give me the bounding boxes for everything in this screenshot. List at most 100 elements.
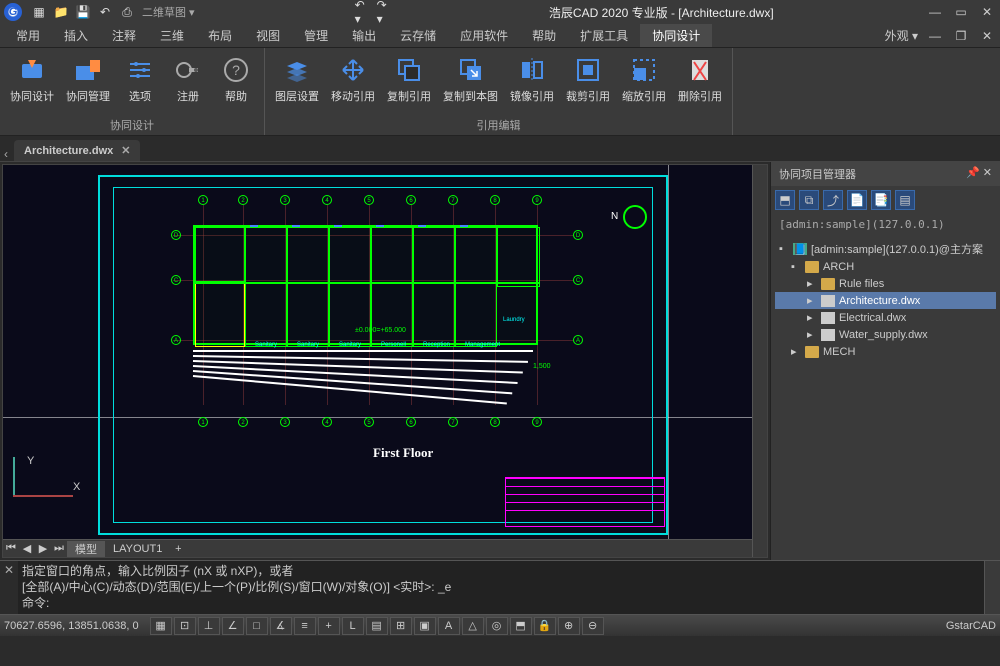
project-tree[interactable]: ▪📘[admin:sample](127.0.0.1)@主方案 ▪ARCH ▸R… — [771, 235, 1000, 560]
tree-root[interactable]: ▪📘[admin:sample](127.0.0.1)@主方案 — [775, 239, 996, 259]
workspace-dropdown[interactable]: 二维草图 ▾ — [142, 4, 195, 20]
status-model-icon[interactable]: ▣ — [414, 617, 436, 635]
tree-mech[interactable]: ▸MECH — [775, 343, 996, 360]
tree-electrical-file[interactable]: ▸Electrical.dwx — [775, 309, 996, 326]
status-a2-icon[interactable]: △ — [462, 617, 484, 635]
grid-bubble: A — [573, 335, 583, 345]
window-mark — [334, 225, 342, 227]
layout-first-icon[interactable]: ⏮ — [3, 542, 19, 555]
status-otrack-icon[interactable]: ∡ — [270, 617, 292, 635]
status-polar-icon[interactable]: ∠ — [222, 617, 244, 635]
btn-register[interactable]: 注册 — [166, 52, 210, 115]
tb-btn-1[interactable]: ⬒ — [775, 190, 795, 210]
menu-cloud[interactable]: 云存储 — [388, 24, 448, 47]
status-a5-icon[interactable]: 🔒 — [534, 617, 556, 635]
appearance-dropdown[interactable]: 外观 ▾ — [885, 27, 918, 44]
layout-add-icon[interactable]: + — [170, 543, 186, 555]
command-text[interactable]: 指定窗口的角点，输入比例因子 (nX 或 nXP)，或者 [全部(A)/中心(C… — [18, 561, 984, 614]
tree-architecture-file[interactable]: ▸Architecture.dwx — [775, 292, 996, 309]
btn-collab-manage[interactable]: 协同管理 — [62, 52, 114, 115]
btn-help[interactable]: ?帮助 — [214, 52, 258, 115]
room-label: Reception — [423, 342, 450, 348]
menu-3d[interactable]: 三维 — [148, 24, 196, 47]
status-snap-icon[interactable]: ⊡ — [174, 617, 196, 635]
qat-undo-icon[interactable]: ↶ — [96, 3, 114, 21]
tb-btn-6[interactable]: ▤ — [895, 190, 915, 210]
tab-scroll-left[interactable]: ‹ — [4, 147, 14, 161]
btn-layer-settings[interactable]: 图层设置 — [271, 52, 323, 115]
status-a3-icon[interactable]: ◎ — [486, 617, 508, 635]
cmd-scrollbar[interactable] — [984, 561, 1000, 614]
qat-save-icon[interactable]: 💾 — [74, 3, 92, 21]
status-qp-icon[interactable]: ▤ — [366, 617, 388, 635]
layout-prev-icon[interactable]: ◀ — [19, 542, 35, 555]
doc-tab-architecture[interactable]: Architecture.dwx ✕ — [14, 140, 140, 161]
layout-next-icon[interactable]: ▶ — [35, 542, 51, 555]
status-a6-icon[interactable]: ⊕ — [558, 617, 580, 635]
btn-mirror-ref[interactable]: 镜像引用 — [506, 52, 558, 115]
panel-pin-icon[interactable]: 📌 ✕ — [966, 166, 992, 182]
qat-print-icon[interactable]: ⎙ — [118, 3, 136, 21]
document-tabs: ‹ Architecture.dwx ✕ — [0, 136, 1000, 162]
tb-btn-2[interactable]: ⧉ — [799, 190, 819, 210]
btn-collab-design[interactable]: 协同设计 — [6, 52, 58, 115]
status-dyn-icon[interactable]: + — [318, 617, 340, 635]
cmd-close-icon[interactable]: ✕ — [0, 561, 18, 614]
menu-manage[interactable]: 管理 — [292, 24, 340, 47]
panel-toolbar: ⬒ ⧉ ⤴ 📄 📑 ▤ — [771, 186, 1000, 214]
btn-delete-ref[interactable]: 删除引用 — [674, 52, 726, 115]
tab-close-icon[interactable]: ✕ — [121, 144, 130, 157]
btn-clip-ref[interactable]: 裁剪引用 — [562, 52, 614, 115]
minimize-button[interactable]: — — [926, 4, 944, 20]
menu-layout[interactable]: 布局 — [196, 24, 244, 47]
tree-arch[interactable]: ▪ARCH — [775, 259, 996, 275]
status-a4-icon[interactable]: ⬒ — [510, 617, 532, 635]
grid-bubble: 5 — [364, 417, 374, 427]
status-grid-icon[interactable]: ▦ — [150, 617, 172, 635]
btn-copy-ref[interactable]: 复制引用 — [383, 52, 435, 115]
menu-apps[interactable]: 应用软件 — [448, 24, 520, 47]
layout-last-icon[interactable]: ⏭ — [51, 542, 67, 555]
menu-common[interactable]: 常用 — [4, 24, 52, 47]
tb-btn-3[interactable]: ⤴ — [823, 190, 843, 210]
menu-annotate[interactable]: 注释 — [100, 24, 148, 47]
btn-scale-ref[interactable]: 缩放引用 — [618, 52, 670, 115]
menu-output[interactable]: 输出 — [340, 24, 388, 47]
status-a1-icon[interactable]: A — [438, 617, 460, 635]
room-label: Management — [465, 342, 500, 348]
btn-copy-to-drawing[interactable]: 复制到本图 — [439, 52, 502, 115]
doc-minimize-button[interactable]: — — [926, 28, 944, 44]
tree-water-file[interactable]: ▸Water_supply.dwx — [775, 326, 996, 343]
layout-tab-layout1[interactable]: LAYOUT1 — [105, 543, 170, 555]
status-ortho-icon[interactable]: ⊥ — [198, 617, 220, 635]
menu-collab[interactable]: 协同设计 — [640, 24, 712, 47]
qat-new-icon[interactable]: ▦ — [30, 3, 48, 21]
titlebar-redo-icon[interactable]: ↷ ▾ — [377, 3, 395, 21]
status-lwt-icon[interactable]: ≡ — [294, 617, 316, 635]
close-button[interactable]: ✕ — [978, 4, 996, 20]
tree-rules[interactable]: ▸Rule files — [775, 275, 996, 292]
menu-help[interactable]: 帮助 — [520, 24, 568, 47]
grid-bubble: 7 — [448, 195, 458, 205]
window-title: 浩辰CAD 2020 专业版 - [Architecture.dwx] — [397, 4, 926, 21]
btn-options[interactable]: 选项 — [118, 52, 162, 115]
maximize-button[interactable]: ▭ — [952, 4, 970, 20]
titlebar-undo-icon[interactable]: ↶ ▾ — [355, 3, 373, 21]
tb-btn-4[interactable]: 📄 — [847, 190, 867, 210]
doc-restore-button[interactable]: ❐ — [952, 28, 970, 44]
status-ducs-icon[interactable]: L — [342, 617, 364, 635]
qat-open-icon[interactable]: 📁 — [52, 3, 70, 21]
grid-bubble: 6 — [406, 417, 416, 427]
layout-tab-model[interactable]: 模型 — [67, 541, 105, 557]
btn-move-ref[interactable]: 移动引用 — [327, 52, 379, 115]
status-sc-icon[interactable]: ⊞ — [390, 617, 412, 635]
status-a7-icon[interactable]: ⊖ — [582, 617, 604, 635]
menu-view[interactable]: 视图 — [244, 24, 292, 47]
north-compass-icon — [623, 205, 647, 229]
doc-close-button[interactable]: ✕ — [978, 28, 996, 44]
menu-insert[interactable]: 插入 — [52, 24, 100, 47]
tb-btn-5[interactable]: 📑 — [871, 190, 891, 210]
status-osnap-icon[interactable]: □ — [246, 617, 268, 635]
drawing-canvas[interactable]: 1 2 3 4 5 6 7 8 9 1 2 3 4 5 6 7 8 9 D C … — [2, 164, 768, 558]
menu-ext[interactable]: 扩展工具 — [568, 24, 640, 47]
